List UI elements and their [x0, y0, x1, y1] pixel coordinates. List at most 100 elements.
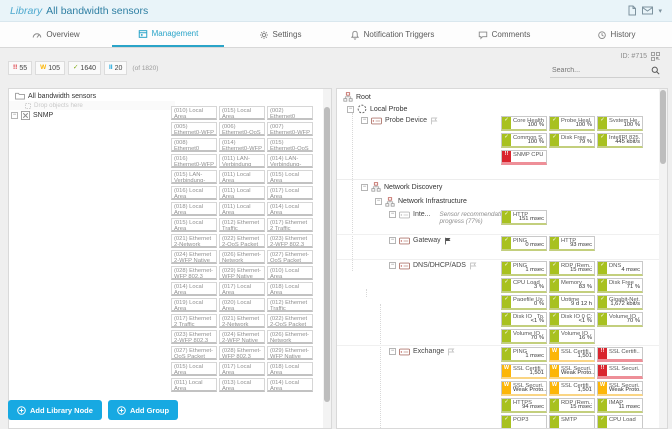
sensor-box[interactable]: ✓ IMAP 11 msec	[597, 398, 643, 413]
collapse-icon[interactable]: −	[361, 117, 368, 124]
network-infrastructure-row[interactable]: − Network Infrastructure	[337, 194, 659, 209]
network-discovery-row[interactable]: − Network Discovery	[337, 180, 659, 194]
sensor-box[interactable]: ✓ SMTP	[549, 415, 595, 428]
sensor-box[interactable]: !! SSL Securi...	[597, 364, 643, 379]
library-node-box[interactable]: (028) Ethernet-WFP 802.3	[171, 266, 217, 280]
flag-icon-filled[interactable]	[444, 237, 452, 245]
library-node-box[interactable]: (015) Local Area	[171, 362, 217, 376]
library-node-box[interactable]: (011) Local Area	[219, 186, 265, 200]
search-input[interactable]	[550, 66, 651, 75]
menu-caret-icon[interactable]: ▾	[658, 7, 662, 15]
sensor-box[interactable]: ✓ PING 0 msec	[501, 236, 547, 251]
count-down-badge[interactable]: !! 55	[8, 61, 33, 75]
library-node-box[interactable]: (015) Ethernet0-QoS Packet	[267, 138, 313, 152]
library-node-box[interactable]: (027) Ethernet-QoS Packet	[171, 346, 217, 360]
report-icon[interactable]	[627, 5, 637, 16]
tab-comments[interactable]: Comments	[448, 22, 560, 47]
sensor-box[interactable]: W SSL Securi... Weak Proto...	[549, 364, 595, 379]
library-node-box[interactable]: (018) Local Area	[171, 202, 217, 216]
sensor-box[interactable]: ✓ Volume IO ... 70 %	[501, 329, 547, 344]
search-icon[interactable]	[651, 66, 660, 75]
add-group-button[interactable]: Add Group	[107, 400, 179, 420]
collapse-icon[interactable]: −	[389, 262, 396, 269]
sensor-box[interactable]: ✓ Memory 83 %	[549, 278, 595, 293]
sensor-box[interactable]: !!SNMP CPU...	[501, 150, 547, 165]
email-icon[interactable]	[642, 6, 654, 15]
library-node-box[interactable]: (011) Local Area	[219, 170, 265, 184]
count-warning-badge[interactable]: W 105	[35, 61, 65, 75]
library-node-box[interactable]: (008) Ethernet0 Traffic	[171, 138, 217, 152]
library-node-box[interactable]: (015) Local Area	[171, 218, 217, 232]
collapse-icon[interactable]: −	[389, 237, 396, 244]
sensor-box[interactable]: ✓ Volume IO ... 70 %	[597, 312, 643, 327]
library-node-box[interactable]: (014) Local Area	[267, 378, 313, 392]
library-node-box[interactable]: (011) Local Area	[219, 202, 265, 216]
collapse-icon[interactable]: −	[347, 105, 354, 113]
sensor-box[interactable]: ✓ Uptime 9 d 12 h	[549, 295, 595, 310]
library-node-box[interactable]: (017) Ethernet 2 Traffic	[171, 314, 217, 328]
library-node-box[interactable]: (015) LAN-Verbindung-	[171, 170, 217, 184]
sensor-box[interactable]: ✓ POP3	[501, 415, 547, 428]
sensor-box[interactable]: ✓Intel[R] 825...445 kbit/s	[597, 133, 643, 148]
library-node-box[interactable]: (024) Ethernet 2-WFP Native	[171, 250, 217, 264]
local-probe-row[interactable]: − Local Probe	[337, 103, 659, 115]
sensor-box[interactable]: ✓ RDP (Rem... 15 msec	[549, 261, 595, 276]
tab-management[interactable]: Management	[112, 22, 224, 47]
sensor-box[interactable]: ✓ Core Health 100 %	[501, 116, 547, 131]
count-up-badge[interactable]: ✓ 1640	[67, 61, 101, 75]
library-node-box[interactable]: (015) Local Area	[219, 106, 265, 120]
library-node-box[interactable]: (027) Ethernet-QoS Packet	[267, 250, 313, 264]
library-node-box[interactable]: (007) Ethernet0-WFP 802.3	[267, 122, 313, 136]
library-node-box[interactable]: (014) Local Area	[267, 202, 313, 216]
collapse-icon[interactable]: −	[361, 183, 368, 191]
library-node-box[interactable]: (018) Local Area	[267, 362, 313, 376]
library-node-box[interactable]: (016) Ethernet0-WFP 802.3	[171, 154, 217, 168]
tab-settings[interactable]: Settings	[224, 22, 336, 47]
library-node-box[interactable]: (023) Ethernet 2-WFP 802.3	[171, 330, 217, 344]
library-node-box[interactable]: (021) Ethernet 2-Network	[219, 314, 265, 328]
sensor-box[interactable]: W SSL Certifi... 1,501	[501, 364, 547, 379]
sensor-box[interactable]: ✓ Disk Free 71 %	[597, 278, 643, 293]
flag-icon[interactable]	[469, 262, 477, 270]
qr-icon[interactable]	[651, 52, 660, 61]
library-node-box[interactable]: (026) Ethernet-Network	[267, 330, 313, 344]
library-node-box[interactable]: (010) Local Area	[171, 106, 217, 120]
sensor-box[interactable]: ✓ Disk Free 79 %	[549, 133, 595, 148]
sensor-box[interactable]: ✓ HTTPS 94 msec	[501, 398, 547, 413]
library-node-box[interactable]: (019) Local Area	[171, 298, 217, 312]
sensor-box[interactable]: ✓ RDP (Rem... 15 msec	[549, 398, 595, 413]
library-node-box[interactable]: (029) Ethernet-WFP Native	[267, 346, 313, 360]
library-node-box[interactable]: (006) Ethernet0-QoS Packet	[219, 122, 265, 136]
library-node-box[interactable]: (022) Ethernet 2-QoS Packet	[219, 234, 265, 248]
library-node-box[interactable]: (013) Local Area	[219, 378, 265, 392]
sensor-box[interactable]: W SSL Certifi... 1,501	[549, 381, 595, 396]
library-node-box[interactable]: (011) Local Area	[171, 378, 217, 392]
tab-history[interactable]: History	[560, 22, 672, 47]
sensor-box[interactable]: W SSL Securi... Weak Proto...	[597, 381, 643, 396]
collapse-icon[interactable]: −	[11, 111, 18, 119]
library-node-box[interactable]: (029) Ethernet-WFP Native	[219, 266, 265, 280]
library-node-box[interactable]: (016) Local Area	[171, 186, 217, 200]
flag-icon[interactable]	[447, 348, 455, 356]
sensor-box[interactable]: ✓Disk IO _To...<1 %	[501, 312, 547, 327]
library-node-box[interactable]: (024) Ethernet 2-WFP Native	[219, 330, 265, 344]
sensor-box[interactable]: ✓ HTTP 151 msec	[501, 210, 547, 225]
tab-notification-triggers[interactable]: Notification Triggers	[336, 22, 448, 47]
sensor-box[interactable]: W SSL Certifi... 1,501	[549, 347, 595, 362]
sensor-box[interactable]: ✓ Gigabit-Net... 1,672 kbit/s	[597, 295, 643, 310]
sensor-box[interactable]: ✓Pagefile Us...0 %	[501, 295, 547, 310]
library-node-box[interactable]: (017) Local Area	[219, 362, 265, 376]
library-node-box[interactable]: (012) Ethernet Traffic	[219, 218, 265, 232]
sensor-box[interactable]: ✓ Volume IO ... 16 %	[549, 329, 595, 344]
library-node-box[interactable]: (017) Local Area	[267, 186, 313, 200]
library-node-box[interactable]: (028) Ethernet-WFP 802.3	[219, 346, 265, 360]
sensor-box[interactable]: ✓ Disk IO 0 C: <1 %	[549, 312, 595, 327]
library-node-box[interactable]: (023) Ethernet 2-WFP 802.3	[267, 234, 313, 248]
library-node-box[interactable]: (022) Ethernet 2-QoS Packet	[267, 314, 313, 328]
sensor-box[interactable]: ✓ CPU Load 3 %	[501, 278, 547, 293]
flag-icon[interactable]	[430, 117, 438, 125]
sensor-box[interactable]: ✓ Probe Heal... 100 %	[549, 116, 595, 131]
right-scrollbar-thumb[interactable]	[660, 90, 666, 164]
library-node-box[interactable]: (005) Ethernet0-WFP Native	[171, 122, 217, 136]
sensor-box[interactable]: ✓ CPU Load	[597, 415, 643, 428]
